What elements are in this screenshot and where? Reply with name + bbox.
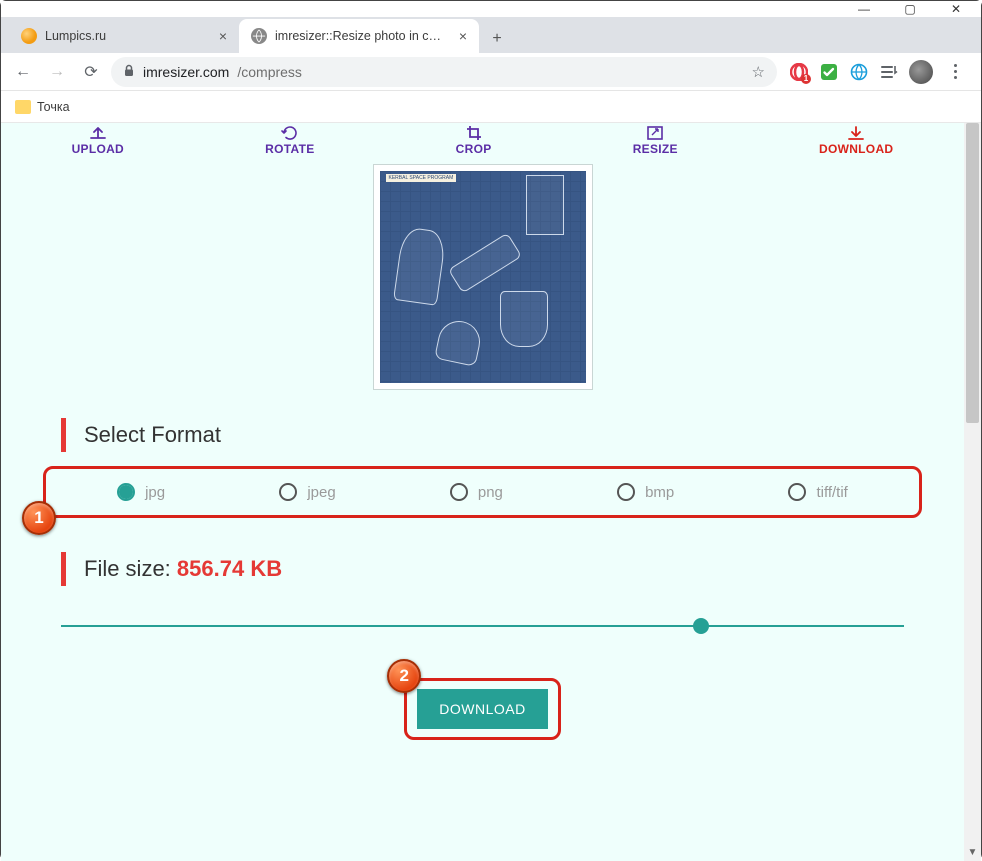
- blueprint-label: KERBAL SPACE PROGRAM: [386, 174, 457, 182]
- step-upload[interactable]: UPLOAD: [72, 125, 124, 156]
- file-size-label: File size:: [84, 556, 177, 581]
- format-option-jpg[interactable]: jpg: [117, 483, 165, 501]
- page-content: UPLOAD ROTATE CROP RESIZE DOWNLOAD: [1, 123, 964, 861]
- resize-icon: [646, 125, 664, 141]
- lock-icon: [123, 64, 135, 80]
- new-tab-button[interactable]: +: [483, 25, 511, 53]
- browser-tabstrip: Lumpics.ru × imresizer::Resize photo in …: [1, 17, 981, 53]
- format-options: jpg jpeg png bmp tiff/tif 1: [43, 466, 922, 518]
- extension-opera-icon[interactable]: 1: [789, 62, 809, 82]
- step-download[interactable]: DOWNLOAD: [819, 125, 893, 156]
- window-close-button[interactable]: ✕: [933, 2, 979, 16]
- scrollbar-thumb[interactable]: [966, 123, 979, 423]
- format-label: tiff/tif: [816, 484, 847, 501]
- radio-icon: [617, 483, 635, 501]
- step-rotate[interactable]: ROTATE: [265, 125, 314, 156]
- format-label: jpg: [145, 484, 165, 501]
- tab-lumpics[interactable]: Lumpics.ru ×: [9, 19, 239, 53]
- download-button[interactable]: DOWNLOAD: [417, 689, 547, 729]
- nav-forward-button[interactable]: →: [43, 58, 71, 86]
- image-preview: KERBAL SPACE PROGRAM: [373, 164, 593, 390]
- nav-reload-button[interactable]: ⟳: [77, 58, 105, 86]
- step-nav: UPLOAD ROTATE CROP RESIZE DOWNLOAD: [1, 123, 964, 162]
- window-minimize-button[interactable]: —: [841, 2, 887, 16]
- format-label: bmp: [645, 484, 674, 501]
- bookmark-folder-label[interactable]: Точка: [37, 100, 70, 114]
- address-domain: imresizer.com: [143, 64, 229, 80]
- step-label: UPLOAD: [72, 142, 124, 156]
- slider-thumb[interactable]: [693, 618, 709, 634]
- radio-icon: [450, 483, 468, 501]
- reading-list-icon[interactable]: [879, 62, 899, 82]
- tab-title: Lumpics.ru: [45, 29, 209, 43]
- extension-globe-icon[interactable]: [849, 62, 869, 82]
- browser-toolbar: ← → ⟳ imresizer.com/compress ☆ 1: [1, 53, 981, 91]
- extension-icons: 1: [783, 60, 973, 84]
- annotation-callout-2: 2: [387, 659, 421, 693]
- annotation-callout-1: 1: [22, 501, 56, 535]
- step-label: CROP: [456, 142, 492, 156]
- step-resize[interactable]: RESIZE: [633, 125, 678, 156]
- page-viewport: UPLOAD ROTATE CROP RESIZE DOWNLOAD: [1, 123, 981, 861]
- bookmark-folder-icon: [15, 100, 31, 114]
- tab-close-icon[interactable]: ×: [457, 28, 469, 44]
- format-option-bmp[interactable]: bmp: [617, 483, 674, 501]
- download-container: DOWNLOAD 2: [1, 678, 964, 740]
- bookmarks-bar: Точка: [1, 91, 981, 123]
- select-format-heading: Select Format: [61, 418, 904, 452]
- blueprint-image: KERBAL SPACE PROGRAM: [380, 171, 586, 383]
- extension-badge: 1: [801, 74, 811, 84]
- format-label: png: [478, 484, 503, 501]
- scroll-down-arrow[interactable]: ▼: [964, 844, 981, 861]
- address-bar[interactable]: imresizer.com/compress ☆: [111, 57, 777, 87]
- nav-back-button[interactable]: ←: [9, 58, 37, 86]
- rotate-icon: [281, 125, 299, 141]
- download-icon: [847, 125, 865, 141]
- preview-container: KERBAL SPACE PROGRAM: [1, 164, 964, 390]
- format-option-tiff[interactable]: tiff/tif: [788, 483, 847, 501]
- favicon-globe: [251, 28, 267, 44]
- vertical-scrollbar[interactable]: ▲ ▼: [964, 123, 981, 861]
- select-format-section: Select Format: [61, 418, 904, 452]
- profile-avatar[interactable]: [909, 60, 933, 84]
- step-label: RESIZE: [633, 142, 678, 156]
- favicon-lumpics: [21, 28, 37, 44]
- format-option-jpeg[interactable]: jpeg: [279, 483, 335, 501]
- upload-icon: [89, 125, 107, 141]
- download-highlight: DOWNLOAD 2: [404, 678, 560, 740]
- blueprint-panel: [526, 175, 564, 235]
- window-controls: — ▢ ✕: [841, 2, 979, 16]
- radio-icon: [279, 483, 297, 501]
- window-maximize-button[interactable]: ▢: [887, 2, 933, 16]
- crop-icon: [465, 125, 483, 141]
- bookmark-star-icon[interactable]: ☆: [752, 63, 765, 81]
- file-size-section: File size: 856.74 KB: [61, 552, 904, 586]
- file-size-heading: File size: 856.74 KB: [61, 552, 904, 586]
- format-label: jpeg: [307, 484, 335, 501]
- slider-track: [61, 625, 904, 627]
- browser-menu-button[interactable]: [943, 64, 967, 79]
- radio-icon: [788, 483, 806, 501]
- tab-close-icon[interactable]: ×: [217, 28, 229, 44]
- file-size-value: 856.74 KB: [177, 556, 282, 581]
- step-label: ROTATE: [265, 142, 314, 156]
- step-label: DOWNLOAD: [819, 142, 893, 156]
- tab-imresizer[interactable]: imresizer::Resize photo in cm, mm ×: [239, 19, 479, 53]
- window-titlebar: — ▢ ✕: [1, 1, 981, 17]
- extension-check-icon[interactable]: [819, 62, 839, 82]
- tab-title: imresizer::Resize photo in cm, mm: [275, 29, 449, 43]
- format-option-png[interactable]: png: [450, 483, 503, 501]
- address-path: /compress: [237, 64, 302, 80]
- compression-slider[interactable]: [61, 616, 904, 636]
- step-crop[interactable]: CROP: [456, 125, 492, 156]
- radio-icon: [117, 483, 135, 501]
